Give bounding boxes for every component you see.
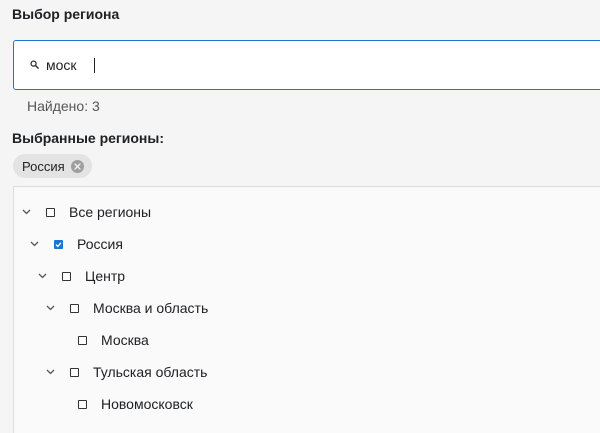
- chevron-down-icon[interactable]: [36, 270, 48, 282]
- tree-row[interactable]: Все регионы: [20, 196, 151, 228]
- text-caret: [94, 58, 95, 73]
- selected-region-chip[interactable]: Россия: [13, 154, 92, 178]
- page-title: Выбор региона: [12, 6, 120, 22]
- checkbox[interactable]: [70, 303, 79, 313]
- checkbox[interactable]: [78, 335, 87, 345]
- checkbox[interactable]: [78, 399, 87, 409]
- search-icon: [30, 60, 39, 69]
- chevron-down-icon[interactable]: [20, 206, 32, 218]
- tree-row[interactable]: Центр: [36, 260, 125, 292]
- tree-row[interactable]: Москва: [52, 324, 149, 356]
- tree-row[interactable]: Россия: [28, 228, 123, 260]
- checkbox[interactable]: [62, 271, 71, 281]
- region-tree: Все регионы Россия Центр Москва и область Мо…: [13, 186, 600, 433]
- tree-node-label: Тульская область: [93, 364, 208, 380]
- chevron-down-icon[interactable]: [28, 238, 40, 250]
- search-input[interactable]: [46, 53, 566, 77]
- close-circle-icon[interactable]: [70, 159, 84, 173]
- tree-node-label: Новомосковск: [101, 396, 193, 412]
- selected-regions-label: Выбранные регионы:: [12, 130, 164, 146]
- checkbox-checked[interactable]: [54, 239, 63, 249]
- tree-node-label: Все регионы: [69, 204, 152, 220]
- tree-row[interactable]: Тульская область: [44, 356, 207, 388]
- tree-node-label: Россия: [77, 236, 123, 252]
- tree-node-label: Москва и область: [93, 300, 209, 316]
- search-field[interactable]: [13, 40, 600, 90]
- checkbox[interactable]: [46, 207, 55, 217]
- tree-row[interactable]: Новомосковск: [52, 388, 193, 420]
- results-count: Найдено: 3: [27, 98, 100, 114]
- chevron-down-icon[interactable]: [44, 366, 56, 378]
- chip-label: Россия: [22, 158, 65, 174]
- checkbox[interactable]: [70, 367, 79, 377]
- tree-node-label: Москва: [101, 332, 149, 348]
- tree-node-label: Центр: [85, 268, 126, 284]
- tree-row[interactable]: Москва и область: [44, 292, 208, 324]
- chevron-down-icon[interactable]: [44, 302, 56, 314]
